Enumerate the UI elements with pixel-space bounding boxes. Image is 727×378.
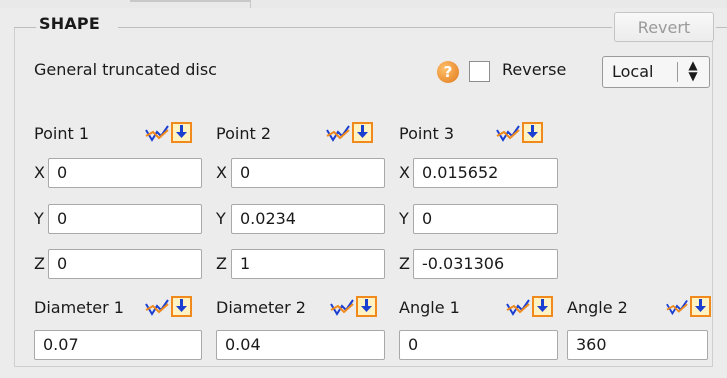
point-2-z-field[interactable]: 1 bbox=[231, 249, 385, 279]
curve-graph-icon[interactable] bbox=[145, 295, 169, 317]
diameter-1-field[interactable]: 0.07 bbox=[34, 330, 202, 360]
x-axis-label: X bbox=[399, 163, 410, 182]
shape-type-label: General truncated disc bbox=[34, 60, 217, 79]
help-icon[interactable]: ? bbox=[437, 61, 459, 83]
groupbox-line-end bbox=[716, 27, 727, 28]
x-axis-label: X bbox=[34, 163, 45, 182]
tab-edge bbox=[130, 0, 250, 2]
select-arrows-icon: ▲ ▼ bbox=[688, 58, 698, 83]
curve-graph-icon[interactable] bbox=[506, 295, 530, 317]
section-title: SHAPE bbox=[39, 14, 100, 33]
curve-graph-icon[interactable] bbox=[326, 121, 350, 143]
point-2-tools bbox=[326, 121, 373, 143]
tab-edge-vertical bbox=[250, 0, 251, 8]
point-1-z-field[interactable]: 0 bbox=[48, 249, 202, 279]
angle-1-label: Angle 1 bbox=[399, 298, 460, 317]
groupbox-line-left bbox=[14, 27, 36, 28]
curve-graph-icon[interactable] bbox=[666, 295, 688, 317]
z-axis-label: Z bbox=[216, 254, 227, 273]
diameter-2-label: Diameter 2 bbox=[216, 298, 306, 317]
x-axis-label: X bbox=[216, 163, 227, 182]
point-3-y-field[interactable]: 0 bbox=[413, 204, 558, 234]
groupbox-line-right bbox=[118, 27, 612, 28]
panel-border bbox=[712, 40, 713, 366]
angle-1-field[interactable]: 0 bbox=[399, 330, 558, 360]
reverse-label: Reverse bbox=[502, 60, 567, 79]
z-axis-label: Z bbox=[399, 254, 410, 273]
frame-select-value: Local bbox=[612, 62, 654, 81]
pick-down-arrow-icon[interactable] bbox=[532, 295, 553, 317]
point-3-tools bbox=[496, 121, 543, 143]
pick-down-arrow-icon[interactable] bbox=[352, 121, 373, 143]
point-1-x-field[interactable]: 0 bbox=[48, 158, 202, 188]
point-1-label: Point 1 bbox=[34, 124, 89, 143]
curve-graph-icon[interactable] bbox=[330, 295, 354, 317]
angle-2-field[interactable]: 360 bbox=[567, 330, 708, 360]
point-3-x-field[interactable]: 0.015652 bbox=[413, 158, 558, 188]
y-axis-label: Y bbox=[34, 209, 44, 228]
reverse-checkbox[interactable] bbox=[469, 61, 490, 82]
y-axis-label: Y bbox=[216, 209, 226, 228]
z-axis-label: Z bbox=[34, 254, 45, 273]
top-strip bbox=[0, 0, 727, 8]
pick-down-arrow-icon[interactable] bbox=[356, 295, 377, 317]
frame-select[interactable]: Local ▲ ▼ bbox=[602, 56, 710, 88]
pick-down-arrow-icon[interactable] bbox=[690, 295, 711, 317]
revert-button[interactable]: Revert bbox=[614, 12, 714, 42]
point-3-z-field[interactable]: -0.031306 bbox=[413, 249, 558, 279]
curve-graph-icon[interactable] bbox=[496, 121, 520, 143]
point-2-y-field[interactable]: 0.0234 bbox=[231, 204, 385, 234]
point-3-label: Point 3 bbox=[399, 124, 454, 143]
pick-down-arrow-icon[interactable] bbox=[522, 121, 543, 143]
diameter-1-tools bbox=[145, 295, 192, 317]
angle-2-tools bbox=[666, 295, 711, 317]
panel-border bbox=[14, 28, 15, 366]
y-axis-label: Y bbox=[399, 209, 409, 228]
pick-down-arrow-icon[interactable] bbox=[171, 121, 192, 143]
angle-2-label: Angle 2 bbox=[567, 298, 628, 317]
point-2-x-field[interactable]: 0 bbox=[231, 158, 385, 188]
pick-down-arrow-icon[interactable] bbox=[171, 295, 192, 317]
panel-border bbox=[14, 366, 713, 367]
point-2-label: Point 2 bbox=[216, 124, 271, 143]
diameter-2-field[interactable]: 0.04 bbox=[216, 330, 385, 360]
diameter-2-tools bbox=[330, 295, 377, 317]
point-1-y-field[interactable]: 0 bbox=[48, 204, 202, 234]
point-1-tools bbox=[145, 121, 192, 143]
diameter-1-label: Diameter 1 bbox=[34, 298, 124, 317]
angle-1-tools bbox=[506, 295, 553, 317]
select-separator bbox=[677, 62, 678, 82]
curve-graph-icon[interactable] bbox=[145, 121, 169, 143]
